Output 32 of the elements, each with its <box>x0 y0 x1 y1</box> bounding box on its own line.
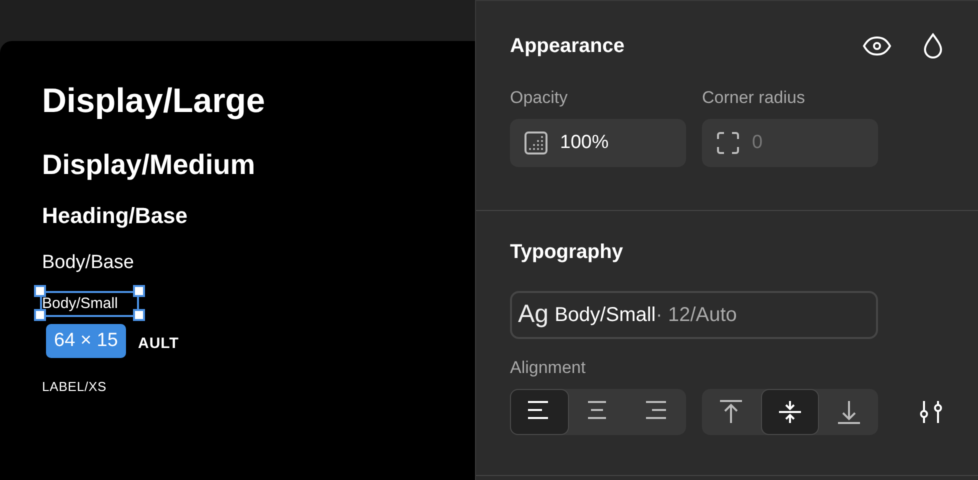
corner-radius-field[interactable]: 0 <box>702 118 878 166</box>
resize-handle[interactable] <box>133 284 145 297</box>
settings-sliders-icon[interactable] <box>918 398 944 424</box>
align-left-button[interactable] <box>510 388 569 434</box>
style-sample[interactable]: Heading/Base <box>42 203 188 230</box>
style-sample[interactable]: Body/Base <box>42 252 134 275</box>
field-label: Corner radius <box>702 87 806 109</box>
align-middle-icon <box>777 398 803 424</box>
opacity-field[interactable]: 100% <box>510 118 686 166</box>
drop-icon[interactable] <box>922 33 944 59</box>
style-sample[interactable]: LABEL/XS <box>42 378 107 394</box>
selection-box[interactable] <box>34 284 145 323</box>
text-style-field[interactable]: Ag Body/Small· 12/Auto <box>510 291 878 339</box>
eye-icon[interactable] <box>862 36 892 56</box>
section-title: Appearance <box>510 34 624 59</box>
font-preview: Ag <box>518 299 549 330</box>
align-bottom-icon <box>836 398 862 424</box>
section-title: Typography <box>510 240 624 265</box>
style-sample[interactable]: Display/Medium <box>42 148 256 182</box>
style-sample[interactable]: AULT <box>138 334 179 353</box>
resize-handle[interactable] <box>34 284 46 297</box>
align-top-icon <box>718 398 744 424</box>
field-label: Alignment <box>510 357 587 379</box>
size-badge: 64 × 15 <box>46 324 126 358</box>
field-label: Opacity <box>510 87 569 109</box>
corners-icon <box>716 130 740 154</box>
resize-handle[interactable] <box>133 308 145 321</box>
style-sample[interactable]: Display/Large <box>42 81 265 122</box>
style-name: Body/Small <box>554 303 656 328</box>
opacity-icon <box>524 130 548 154</box>
style-detail: · 12/Auto <box>656 303 737 328</box>
align-middle-button[interactable] <box>760 388 820 434</box>
